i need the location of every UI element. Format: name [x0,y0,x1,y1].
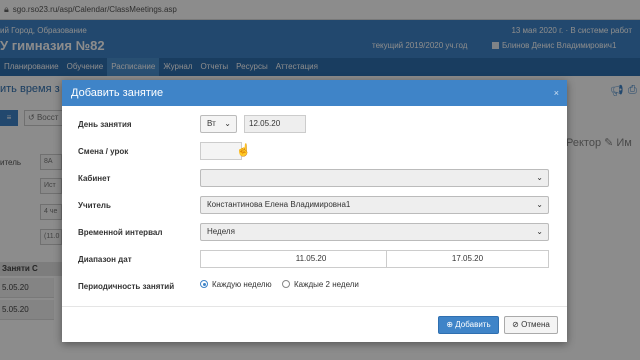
close-icon[interactable]: × [554,80,559,106]
chevron-down-icon: ⌄ [224,119,231,128]
dialog-title: Добавить занятие [71,87,164,99]
period-biweekly-label: Каждые 2 недели [294,280,359,289]
cancel-button[interactable]: ⊘ Отмена [504,316,558,334]
interval-select-value: Неделя [207,227,235,236]
chevron-down-icon: ⌄ [536,173,543,182]
teacher-select[interactable]: Константинова Елена Владимировна1 ⌄ [200,196,549,214]
period-weekly-radio[interactable]: Каждую неделю [200,280,272,289]
chevron-down-icon: ⌄ [536,200,543,209]
date-range-label: Диапазон дат [78,255,132,264]
hand-cursor-icon: ☝ [236,143,251,157]
add-button-label: Добавить [455,320,491,329]
teacher-row: Учитель Константинова Елена Владимировна… [62,196,567,216]
day-select-value: Вт [207,119,216,128]
day-row: День занятия Вт ⌄ 12.05.20 [62,115,567,135]
shift-label: Смена / урок [78,147,129,156]
day-select[interactable]: Вт ⌄ [200,115,237,133]
period-label: Периодичность занятий [78,282,175,291]
day-date-field: 12.05.20 [244,115,306,133]
radio-checked-icon [200,280,208,288]
interval-row: Временной интервал Неделя ⌄ [62,223,567,243]
period-weekly-label: Каждую неделю [212,280,272,289]
period-row: Периодичность занятий Каждую неделю Кажд… [62,277,567,297]
add-button[interactable]: ⊕ Добавить [438,316,499,334]
date-to-input[interactable]: 17.05.20 [386,250,549,268]
radio-unchecked-icon [282,280,290,288]
plus-icon: ⊕ [446,320,454,329]
shift-row: Смена / урок [62,142,567,162]
period-biweekly-radio[interactable]: Каждые 2 недели [282,280,359,289]
room-label: Кабинет [78,174,111,183]
interval-select[interactable]: Неделя ⌄ [200,223,549,241]
cancel-icon: ⊘ [512,320,519,329]
teacher-select-value: Константинова Елена Владимировна1 [207,200,351,209]
date-range-row: Диапазон дат 11.05.20 по 17.05.20 [62,250,567,270]
chevron-down-icon: ⌄ [536,227,543,236]
cancel-button-label: Отмена [521,320,550,329]
teacher-label: Учитель [78,201,111,210]
dialog-header: Добавить занятие × [62,80,567,106]
interval-label: Временной интервал [78,228,163,237]
day-label: День занятия [78,120,132,129]
room-row: Кабинет ⌄ [62,169,567,189]
add-lesson-dialog: Добавить занятие × День занятия Вт ⌄ 12.… [62,80,567,342]
room-select[interactable]: ⌄ [200,169,549,187]
dialog-footer: ⊕ Добавить ⊘ Отмена [62,306,567,342]
